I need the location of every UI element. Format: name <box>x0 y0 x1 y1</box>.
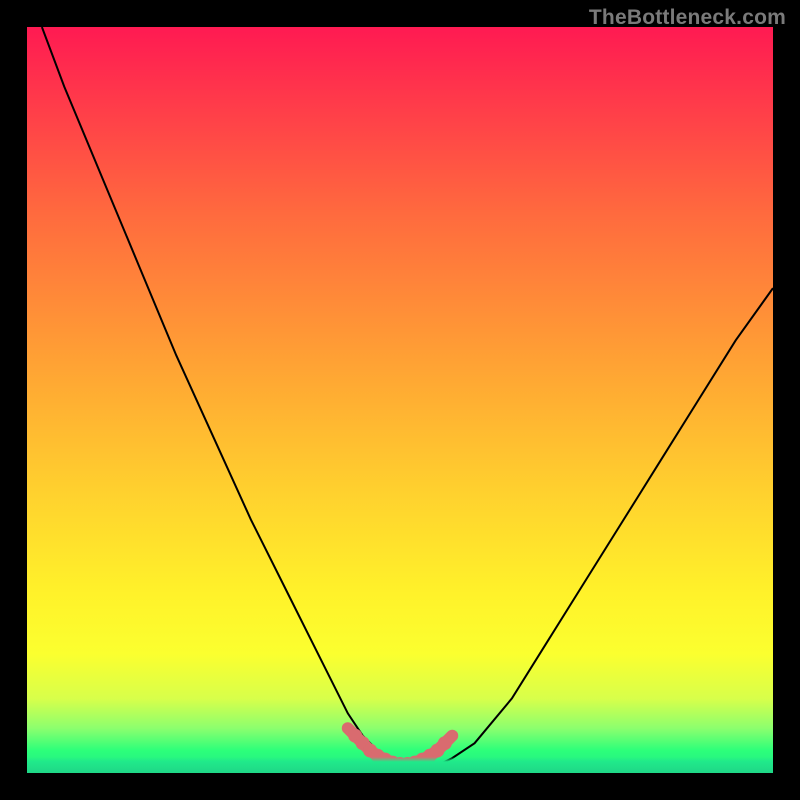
bottleneck-curve <box>42 27 773 766</box>
chart-svg <box>27 27 773 773</box>
chart-frame: TheBottleneck.com <box>0 0 800 800</box>
highlight-marker <box>447 731 457 741</box>
bottom-green-band <box>27 757 773 773</box>
plot-area <box>27 27 773 773</box>
